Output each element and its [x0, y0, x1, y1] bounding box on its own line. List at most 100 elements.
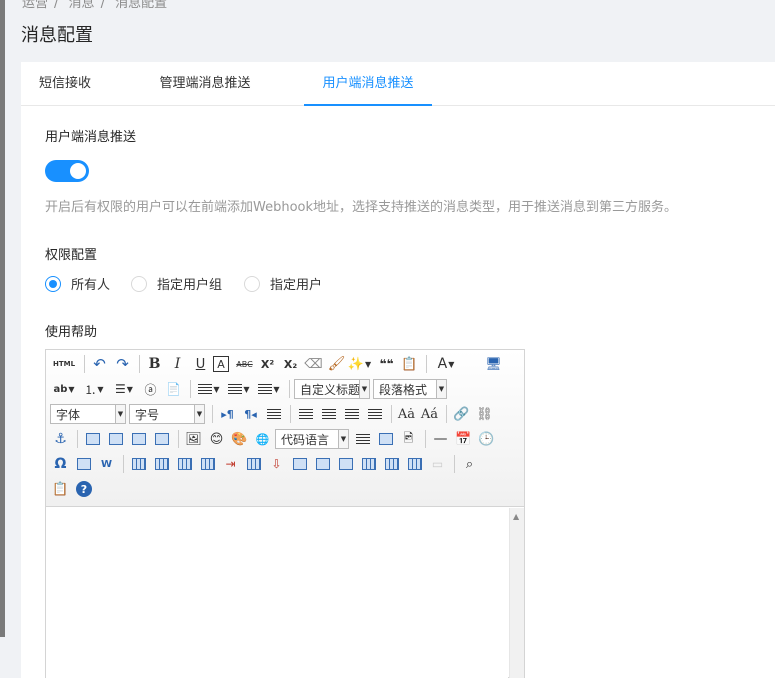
combo-value: 字号	[135, 407, 160, 422]
chevron-down-icon: ▼	[115, 405, 125, 423]
horizontal-rule-icon[interactable]: —	[430, 429, 451, 449]
toolbar-row-6: 📋 ?	[50, 477, 94, 501]
editor-scrollbar[interactable]: ▲	[509, 508, 524, 678]
link-icon[interactable]: 🔗	[451, 404, 472, 424]
font-family-combo[interactable]: 字体 ▼	[50, 404, 126, 424]
insert-symbol-icon[interactable]: ⓐ	[140, 379, 161, 399]
word-image-icon[interactable]: W	[96, 454, 117, 474]
italic-button[interactable]: I	[167, 354, 188, 374]
blockquote-button[interactable]: ❝❝	[376, 354, 397, 374]
radio-label: 所有人	[71, 278, 111, 293]
uppercase-icon[interactable]: Aȧ	[396, 404, 417, 424]
unlink-icon[interactable]: ⛓	[474, 404, 495, 424]
radio-user[interactable]: 指定用户	[244, 274, 322, 293]
row-spacing-icon[interactable]: ▼	[255, 379, 283, 399]
insert-image-icon[interactable]: 🖼	[183, 429, 204, 449]
breadcrumb-item[interactable]: 运营	[22, 0, 48, 11]
ltr-icon[interactable]: ▸¶	[217, 404, 238, 424]
image-left-icon[interactable]	[105, 429, 126, 449]
blank-page-icon[interactable]: 📄	[163, 379, 184, 399]
eraser-icon[interactable]: ⌫	[303, 354, 324, 374]
radio-circle	[131, 275, 147, 292]
emotion-icon[interactable]: 😊	[206, 429, 227, 449]
line-height-icon[interactable]: ▼	[195, 379, 223, 399]
highlight-icon[interactable]: ab ▼	[50, 379, 78, 399]
font-border-icon[interactable]: A	[213, 356, 229, 372]
merge-right-icon[interactable]	[312, 454, 333, 474]
strikethrough-button[interactable]: ABC	[234, 354, 255, 374]
push-enable-toggle[interactable]	[45, 160, 89, 182]
date-icon[interactable]: 📅	[453, 429, 474, 449]
split-rows-icon[interactable]	[381, 454, 402, 474]
ordered-list-icon[interactable]: ⒈ ▼	[80, 379, 108, 399]
merge-down-icon[interactable]	[335, 454, 356, 474]
chevron-down-icon: ▼	[359, 380, 369, 398]
paragraph-format-combo[interactable]: 段落格式 ▼	[373, 379, 447, 399]
split-cells-icon[interactable]	[358, 454, 379, 474]
radio-user-group[interactable]: 指定用户组	[131, 274, 222, 293]
editor-content-area[interactable]	[46, 508, 508, 678]
superscript-button[interactable]: X²	[257, 354, 278, 374]
merge-cells-icon[interactable]	[289, 454, 310, 474]
clipboard-icon[interactable]: 📋	[50, 479, 71, 499]
split-cols-icon[interactable]	[404, 454, 425, 474]
insert-row-icon[interactable]	[197, 454, 218, 474]
map-icon[interactable]: 🌐	[252, 429, 273, 449]
background-icon[interactable]: 🖻	[398, 429, 419, 449]
underline-button[interactable]: U	[190, 354, 211, 374]
chart-icon[interactable]: ▭	[427, 454, 448, 474]
delete-col-icon[interactable]: ⇩	[266, 454, 287, 474]
font-color-button[interactable]: A ▼	[431, 354, 461, 374]
insert-paragraph-before-table-icon[interactable]	[174, 454, 195, 474]
scroll-up-icon[interactable]: ▲	[513, 512, 519, 521]
paste-plain-icon[interactable]: 📋	[399, 354, 420, 374]
bold-button[interactable]: B	[144, 354, 165, 374]
indent-icon[interactable]	[263, 404, 284, 424]
align-justify-icon[interactable]	[364, 404, 385, 424]
align-center-icon[interactable]	[318, 404, 339, 424]
redo-icon[interactable]: ↷	[112, 354, 133, 374]
search-replace-icon[interactable]: ⌕	[459, 454, 480, 474]
subscript-button[interactable]: X₂	[280, 354, 301, 374]
special-char-icon[interactable]: Ω	[50, 454, 71, 474]
custom-title-combo[interactable]: 自定义标题 ▼	[294, 379, 370, 399]
unordered-list-icon[interactable]: ☰ ▼	[110, 379, 138, 399]
config-card: 短信接收 管理端消息推送 用户端消息推送 用户端消息推送 开启后有权限的用户可以…	[21, 62, 775, 678]
tab-bar: 短信接收 管理端消息推送 用户端消息推送	[21, 62, 775, 106]
scrawl-icon[interactable]: 🎨	[229, 429, 250, 449]
align-left-icon[interactable]	[295, 404, 316, 424]
combo-value: 字体	[56, 407, 81, 422]
breadcrumb-item[interactable]: 消息	[69, 0, 95, 11]
editor-toolbar: HTML ↶ ↷ B I U A ABC X² X₂ ⌫ 🖌 ✨ ▼ ❝❝ 📋 A…	[46, 350, 524, 507]
image-right-icon[interactable]	[128, 429, 149, 449]
source-button[interactable]: HTML	[50, 354, 78, 374]
radio-circle	[45, 275, 61, 292]
tab-admin-push[interactable]: 管理端消息推送	[141, 62, 269, 106]
align-right-icon[interactable]	[341, 404, 362, 424]
font-size-combo[interactable]: 字号 ▼	[129, 404, 205, 424]
magic-wand-icon[interactable]: ✨ ▼	[348, 354, 371, 374]
time-icon[interactable]: 🕒	[476, 429, 497, 449]
page-break-icon[interactable]	[352, 429, 373, 449]
help-icon[interactable]: ?	[76, 481, 92, 497]
image-center-icon[interactable]	[151, 429, 172, 449]
code-language-combo[interactable]: 代码语言 ▼	[275, 429, 349, 449]
delete-table-icon[interactable]	[151, 454, 172, 474]
tab-sms[interactable]: 短信接收	[21, 62, 109, 106]
snapscreen-icon[interactable]	[73, 454, 94, 474]
toolbar-row-5: Ω W ⇥ ⇩ ▭ ⌕	[50, 452, 482, 476]
preview-icon[interactable]: 🖥	[483, 354, 504, 374]
insert-col-icon[interactable]	[243, 454, 264, 474]
image-none-icon[interactable]	[82, 429, 103, 449]
rtl-icon[interactable]: ¶◂	[240, 404, 261, 424]
insert-table-icon[interactable]	[128, 454, 149, 474]
delete-row-icon[interactable]: ⇥	[220, 454, 241, 474]
radio-everyone[interactable]: 所有人	[45, 274, 110, 293]
paragraph-spacing-icon[interactable]: ▼	[225, 379, 253, 399]
tab-user-push[interactable]: 用户端消息推送	[304, 62, 432, 106]
anchor-icon[interactable]: ⚓	[50, 429, 71, 449]
format-brush-icon[interactable]: 🖌	[326, 354, 347, 374]
lowercase-icon[interactable]: Aá	[419, 404, 440, 424]
undo-icon[interactable]: ↶	[89, 354, 110, 374]
template-icon[interactable]	[375, 429, 396, 449]
